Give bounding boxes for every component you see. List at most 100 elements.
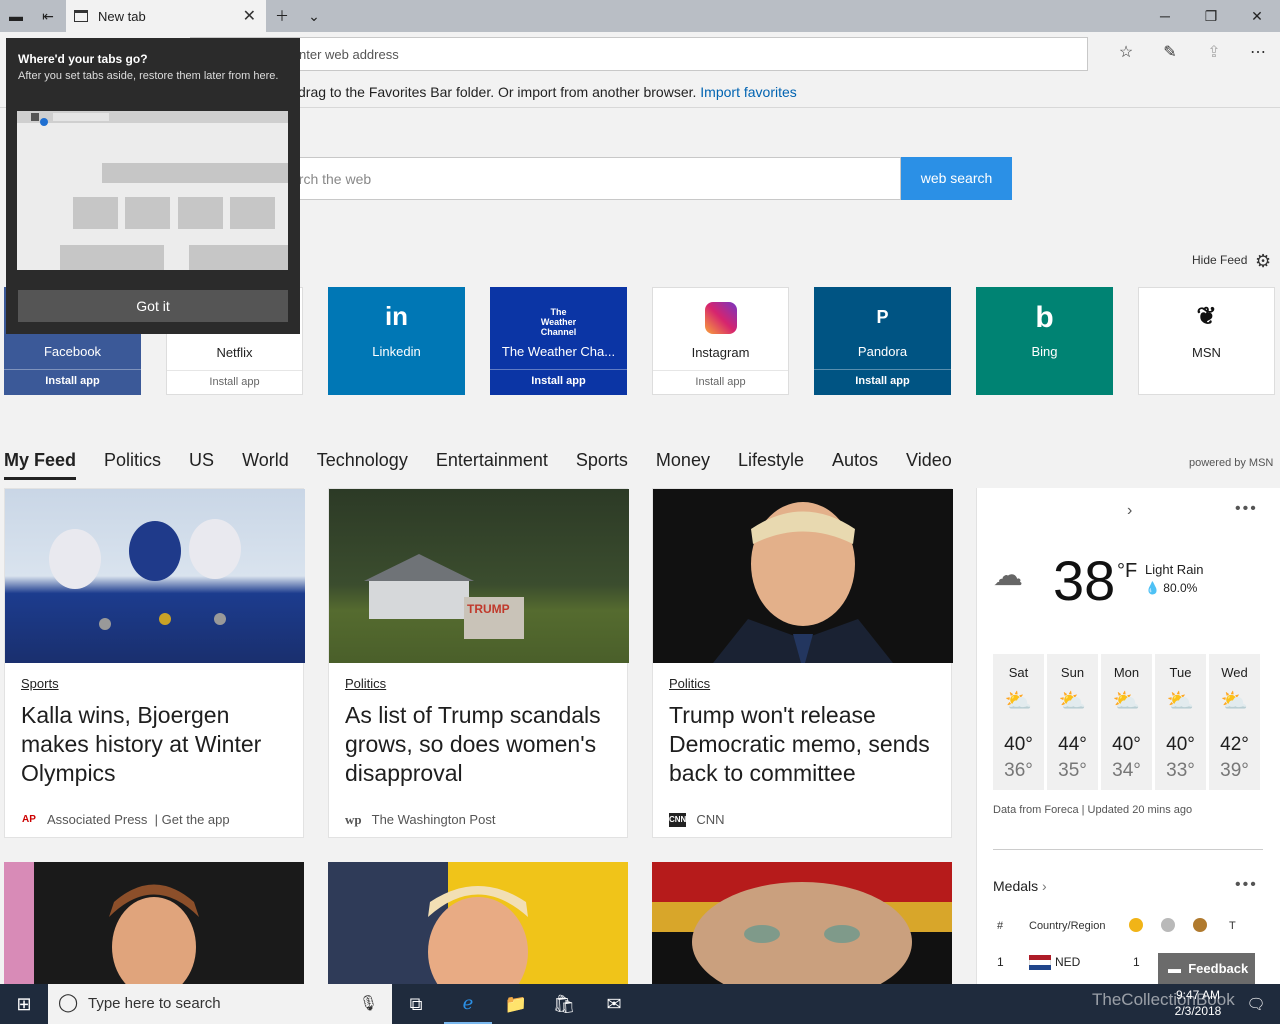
more-options-icon[interactable]: ••• [1235,500,1258,518]
precipitation-value: 80.0% [1163,581,1198,595]
tabs-aside-icon[interactable]: ▬ [0,0,32,32]
microphone-icon[interactable]: 🎙 [359,994,378,1012]
tab-politics[interactable]: Politics [104,450,161,482]
address-input[interactable]: nter web address [190,37,1088,71]
set-tabs-aside-icon[interactable]: ⇤ [32,0,64,32]
install-app-link[interactable]: Install app [4,369,141,395]
tab-sports[interactable]: Sports [576,450,628,482]
close-window-button[interactable]: ✕ [1234,0,1280,32]
restore-button[interactable]: ❐ [1188,0,1234,32]
tab-entertainment[interactable]: Entertainment [436,450,548,482]
forecast-day[interactable]: Wed ⛅ 42° 39° [1209,654,1260,790]
tab-autos[interactable]: Autos [832,450,878,482]
rain-cloud-icon: ☁ [993,559,1023,592]
web-search-input[interactable]: arch the web [290,157,901,200]
tile-label: Bing [1031,344,1058,359]
action-center-icon[interactable]: 🗨 [1232,984,1280,1024]
article-card[interactable]: Sports Kalla wins, Bjoergen makes histor… [4,488,305,838]
article-headline[interactable]: As list of Trump scandals grows, so does… [345,701,620,788]
svg-text:TRUMP: TRUMP [467,602,510,616]
forecast-day[interactable]: Mon ⛅ 40° 34° [1101,654,1152,790]
day-name: Sun [1060,665,1085,680]
mail-icon[interactable]: ✉ [590,984,638,1024]
article-card[interactable]: TRUMP Politics As list of Trump scandals… [328,488,629,838]
partly-sunny-icon: ⛅ [1058,688,1087,713]
taskbar-search-input[interactable]: ◯ Type here to search 🎙 [48,984,392,1024]
install-app-link[interactable]: Install app [490,369,627,395]
windows-start-icon[interactable]: ⊞ [0,984,48,1024]
hide-feed-link[interactable]: Hide Feed [1192,253,1247,267]
tab-world[interactable]: World [242,450,289,482]
tab-new-tab[interactable]: New tab ✕ [66,0,266,32]
article-category[interactable]: Politics [669,676,710,691]
article-card[interactable] [4,862,304,984]
high-temp: 40° [1004,734,1033,755]
feedback-button[interactable]: ▬ Feedback [1158,953,1255,984]
favorites-hub-icon[interactable]: ☆ [1114,42,1138,66]
edge-browser-icon[interactable]: ℯ [444,984,492,1024]
bing-icon: b [1035,301,1054,334]
install-app-link[interactable]: Install app [814,369,951,395]
current-temperature: 38 [1053,549,1116,612]
article-category[interactable]: Politics [345,676,386,691]
country-header: Country/Region [1029,920,1106,932]
install-app-link[interactable]: Install app [167,370,302,396]
article-card[interactable] [652,862,952,984]
washington-post-logo-icon: wp [345,811,362,827]
file-explorer-icon[interactable]: 📁 [492,984,540,1024]
tab-preview-chevron-icon[interactable]: ⌄ [298,0,330,32]
article-category[interactable]: Sports [21,676,59,691]
task-view-icon[interactable]: ⧉ [392,984,440,1024]
netherlands-flag-icon [1029,955,1051,970]
tile-linkedin[interactable]: in Linkedin [328,287,465,395]
tile-label: MSN [1192,345,1221,360]
article-source: AP Associated Press | Get the app [21,812,230,827]
forecast-day[interactable]: Sun ⛅ 44° 35° [1047,654,1098,790]
forecast-day[interactable]: Sat ⛅ 40° 36° [993,654,1044,790]
more-icon[interactable]: ⋯ [1246,42,1270,66]
tab-money[interactable]: Money [656,450,710,482]
gear-icon[interactable]: ⚙ [1255,251,1271,272]
forecast-day[interactable]: Tue ⛅ 40° 33° [1155,654,1206,790]
article-headline[interactable]: Trump won't release Democratic memo, sen… [669,701,944,788]
divider [993,849,1263,850]
high-temp: 44° [1058,734,1087,755]
tab-my-feed[interactable]: My Feed [4,450,77,480]
favbar-text: drag to the Favorites Bar folder. Or imp… [298,84,697,100]
web-search-button[interactable]: web search [901,157,1012,200]
tab-us[interactable]: US [189,450,214,482]
minimize-button[interactable]: ─ [1142,0,1188,32]
web-note-icon[interactable]: ✎ [1158,42,1182,66]
share-icon[interactable]: ⇪ [1202,42,1226,66]
weather-source[interactable]: Data from Foreca | Updated 20 mins ago [993,804,1192,816]
article-image [328,862,528,984]
medals-title[interactable]: Medals › [993,878,1047,894]
tile-msn[interactable]: ❦ MSN [1138,287,1275,395]
more-options-icon[interactable]: ••• [1235,876,1258,894]
tile-bing[interactable]: b Bing [976,287,1113,395]
article-card[interactable]: Politics Trump won't release Democratic … [652,488,953,838]
got-it-button[interactable]: Got it [18,290,288,322]
tile-weather-channel[interactable]: The Weather Channel The Weather Cha... Ins… [490,287,627,395]
get-app-link[interactable]: | Get the app [155,812,230,827]
tab-video[interactable]: Video [906,450,952,482]
article-headline[interactable]: Kalla wins, Bjoergen makes history at Wi… [21,701,296,788]
install-app-link[interactable]: Install app [653,370,788,396]
system-clock[interactable]: 9:47 AM 2/3/2018 [1160,987,1236,1019]
article-image [5,489,305,663]
partly-sunny-icon: ⛅ [1220,688,1249,713]
tile-instagram[interactable]: Instagram Install app [652,287,789,395]
tab-lifestyle[interactable]: Lifestyle [738,450,804,482]
temperature-unit[interactable]: °F [1117,560,1137,583]
import-favorites-link[interactable]: Import favorites [700,84,796,100]
article-card[interactable] [328,862,628,984]
raindrop-icon: 💧 [1145,581,1160,595]
chevron-right-icon[interactable]: › [1127,502,1132,520]
new-tab-icon[interactable]: ＋ [266,0,298,32]
tile-pandora[interactable]: P Pandora Install app [814,287,951,395]
store-icon[interactable]: 🛍 [540,984,588,1024]
partly-sunny-icon: ⛅ [1166,688,1195,713]
close-tab-icon[interactable]: ✕ [243,6,256,26]
instagram-icon [653,302,788,336]
tab-technology[interactable]: Technology [317,450,408,482]
